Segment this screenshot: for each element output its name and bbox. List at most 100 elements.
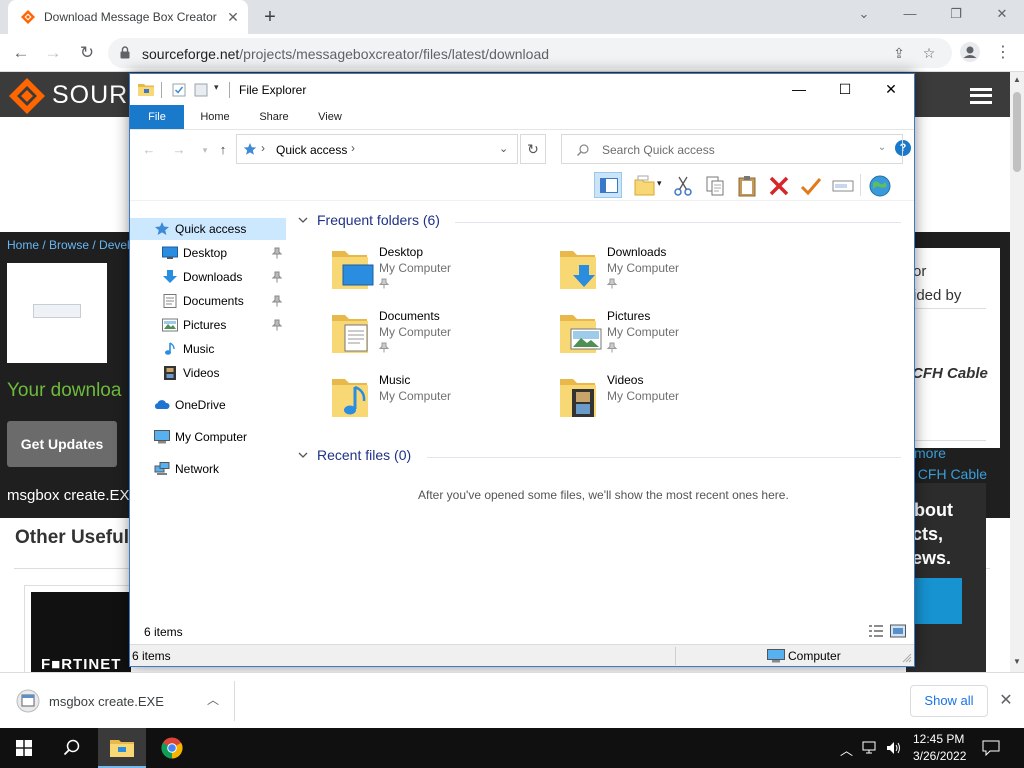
scroll-down-icon[interactable]: ▼ [1013, 658, 1021, 666]
breadcrumb[interactable]: Home / Browse / Devel [7, 238, 130, 252]
page-scrollbar[interactable]: ▲ ▼ [1010, 72, 1024, 672]
scroll-thumb[interactable] [1013, 92, 1021, 172]
back-arrow-icon[interactable]: ← [8, 40, 34, 66]
hamburger-menu-icon[interactable] [970, 88, 992, 104]
globe-icon[interactable] [868, 174, 892, 198]
chevron-down-icon[interactable]: ⌄ [852, 6, 876, 26]
nav-item-pictures[interactable]: Pictures [130, 314, 286, 336]
close-window-icon[interactable]: ✕ [990, 6, 1014, 26]
volume-icon[interactable] [886, 741, 902, 755]
recent-files-header[interactable]: Recent files (0) [297, 447, 901, 467]
restore-icon[interactable]: ❐ [944, 6, 968, 26]
delete-icon[interactable] [768, 175, 790, 197]
folder-tile-videos[interactable]: Videos My Computer [559, 373, 769, 429]
fortinet-ad-card[interactable]: F■RTINET [24, 585, 131, 672]
nav-item-desktop[interactable]: Desktop [130, 242, 286, 264]
quick-access-star-icon [243, 143, 257, 155]
explorer-maximize-icon[interactable]: ☐ [822, 74, 868, 105]
new-item-dropdown-icon[interactable]: ▾ [657, 178, 662, 189]
get-updates-button[interactable]: Get Updates [7, 421, 117, 467]
bookmark-star-icon[interactable]: ☆ [920, 44, 938, 62]
back-icon[interactable]: ← [140, 141, 158, 159]
chevron-up-icon[interactable]: ︿ [204, 691, 222, 709]
explorer-minimize-icon[interactable]: — [776, 74, 822, 105]
nav-item-downloads[interactable]: Downloads [130, 266, 286, 288]
folder-tile-desktop[interactable]: Desktop My Computer [331, 245, 541, 301]
nav-item-documents[interactable]: Documents [130, 290, 286, 312]
cfh-cable-link[interactable]: t CFH Cable [910, 466, 987, 482]
learn-more-link[interactable]: more [914, 445, 946, 461]
paste-icon[interactable] [736, 175, 758, 197]
forward-icon[interactable]: → [170, 141, 188, 159]
show-all-button[interactable]: Show all [910, 685, 988, 717]
pin-icon[interactable] [272, 295, 282, 307]
folder-tile-music[interactable]: Music My Computer [331, 373, 541, 429]
search-button[interactable] [48, 728, 96, 768]
properties-icon[interactable] [172, 83, 186, 97]
kebab-menu-icon[interactable]: ⋮ [990, 40, 1016, 66]
tab-share[interactable]: Share [250, 105, 298, 129]
up-arrow-icon[interactable]: ↑ [214, 141, 232, 159]
nav-item-network[interactable]: Network [130, 458, 286, 480]
location-dropdown-icon[interactable]: ⌄ [499, 142, 508, 155]
new-tab-button[interactable]: + [258, 6, 282, 30]
pin-icon[interactable] [272, 247, 282, 259]
clock-date[interactable]: 3/26/2022 [913, 749, 966, 763]
share-icon[interactable]: ⇪ [890, 44, 908, 62]
cut-icon[interactable] [672, 175, 694, 197]
tab-file[interactable]: File [130, 105, 184, 129]
new-folder-icon[interactable] [194, 83, 208, 97]
address-bar[interactable]: sourceforge.net/projects/messageboxcreat… [108, 38, 952, 68]
subscribe-button[interactable] [912, 578, 962, 624]
nav-item-music[interactable]: Music [130, 338, 286, 360]
start-button[interactable] [0, 728, 48, 768]
reload-icon[interactable]: ↻ [74, 40, 100, 66]
scroll-up-icon[interactable]: ▲ [1013, 76, 1021, 84]
taskbar-chrome[interactable] [148, 728, 196, 768]
pin-icon[interactable] [272, 271, 282, 283]
executable-file-icon[interactable] [16, 689, 40, 713]
frequent-folders-header[interactable]: Frequent folders (6) [297, 212, 901, 232]
resize-grip-icon[interactable] [902, 653, 912, 663]
nav-item-my-computer[interactable]: My Computer [130, 426, 286, 448]
downloaded-file-name[interactable]: msgbox create.EXE [49, 694, 164, 709]
rename-icon[interactable] [832, 175, 854, 197]
tab-view[interactable]: View [308, 105, 352, 129]
tab-home[interactable]: Home [190, 105, 240, 129]
large-icons-view-icon[interactable] [890, 624, 906, 638]
tray-overflow-icon[interactable]: ︿ [840, 740, 853, 759]
notifications-icon[interactable] [982, 740, 1000, 756]
folder-tile-downloads[interactable]: Downloads My Computer [559, 245, 769, 301]
nav-item-videos[interactable]: Videos [130, 362, 286, 384]
checkmark-icon[interactable] [800, 175, 822, 197]
nav-item-quick-access[interactable]: Quick access [130, 218, 286, 240]
location-chevron-icon[interactable]: › [351, 141, 355, 155]
nav-item-onedrive[interactable]: OneDrive [130, 394, 286, 416]
details-view-icon[interactable] [868, 624, 884, 638]
profile-avatar-icon[interactable] [960, 42, 980, 62]
clock-time[interactable]: 12:45 PM [913, 732, 964, 746]
refresh-icon[interactable]: ↻ [520, 134, 546, 164]
tab-close-icon[interactable]: ✕ [224, 8, 242, 26]
close-shelf-icon[interactable]: ✕ [996, 691, 1016, 711]
download-file-link[interactable]: msgbox create.EX [7, 487, 130, 504]
location-bar[interactable]: › Quick access › ⌄ [236, 134, 518, 164]
pin-icon[interactable] [272, 319, 282, 331]
explorer-title-bar[interactable]: ▾ File Explorer — ☐ ✕ [130, 74, 914, 105]
explorer-close-icon[interactable]: ✕ [868, 74, 914, 105]
preview-pane-button[interactable] [594, 172, 622, 198]
taskbar-file-explorer[interactable] [98, 728, 146, 768]
network-status-icon[interactable] [862, 741, 880, 755]
customize-qat-icon[interactable]: ▾ [214, 82, 219, 93]
new-folder-tool-icon[interactable] [634, 175, 656, 197]
minimize-icon[interactable]: — [898, 6, 922, 26]
forward-arrow-icon[interactable]: → [40, 40, 66, 66]
search-input[interactable]: Search Quick access [561, 134, 903, 164]
sponsor-divider-2 [906, 440, 986, 441]
recent-locations-icon[interactable]: ▾ [196, 141, 214, 159]
browser-tab[interactable]: Download Message Box Creator ✕ [8, 0, 248, 34]
breadcrumb-chevron-icon[interactable]: › [261, 141, 265, 155]
folder-tile-documents[interactable]: Documents My Computer [331, 309, 541, 365]
copy-icon[interactable] [704, 175, 726, 197]
folder-tile-pictures[interactable]: Pictures My Computer [559, 309, 769, 365]
